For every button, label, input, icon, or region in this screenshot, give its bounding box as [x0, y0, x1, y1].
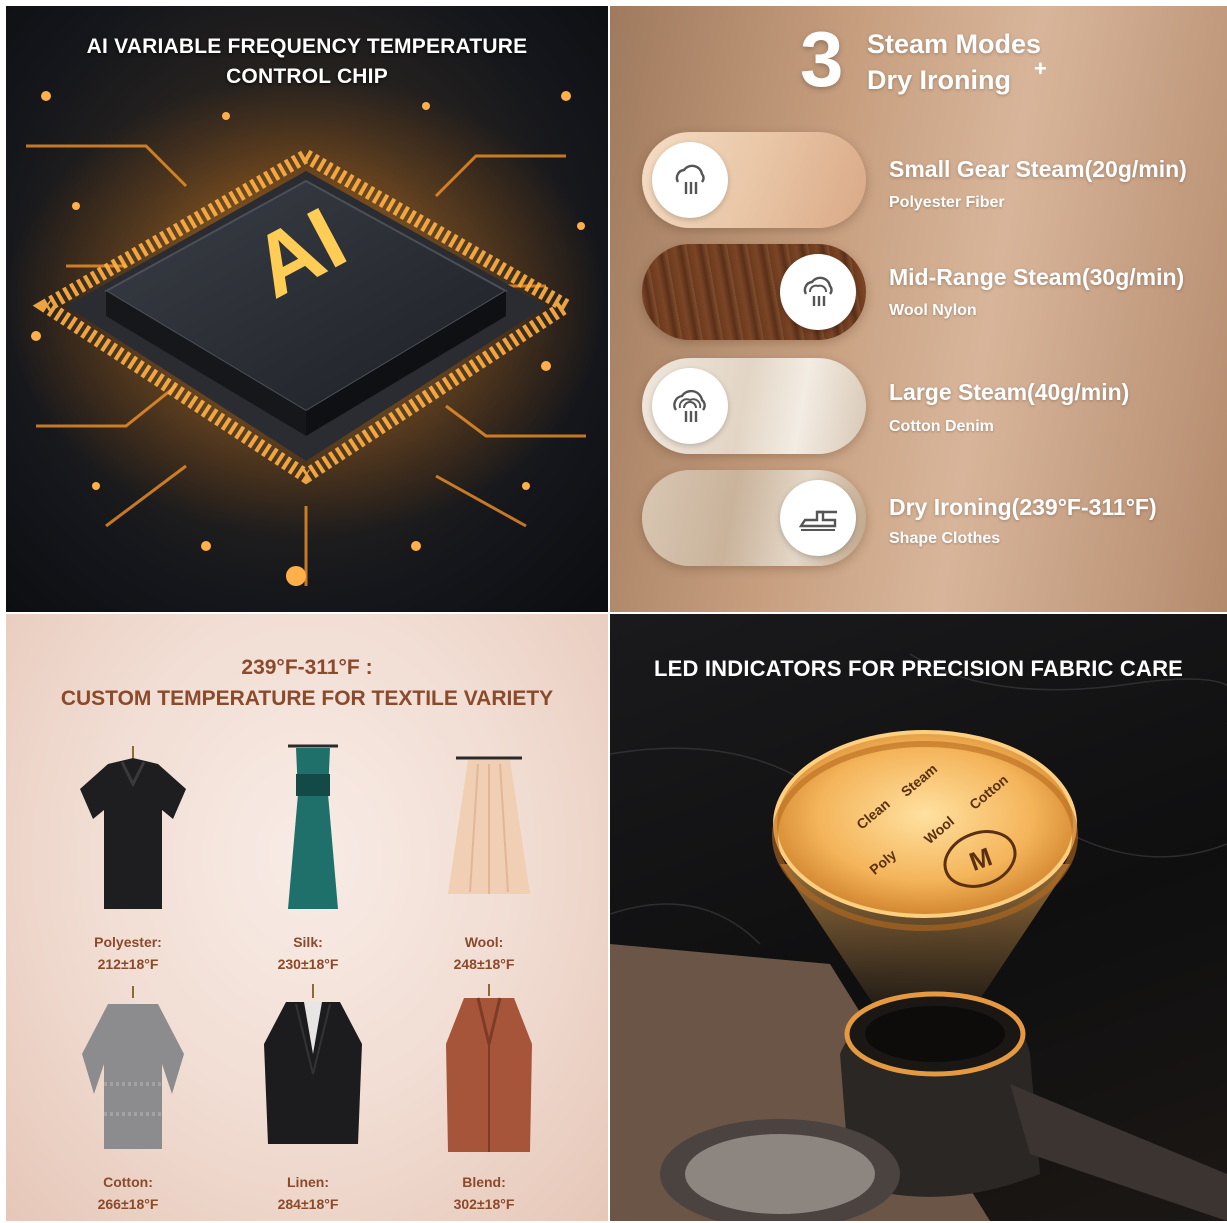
led-panel-title: LED INDICATORS FOR PRECISION FABRIC CARE	[653, 656, 1184, 681]
modes-heading: Steam Modes Dry Ironing	[867, 26, 1041, 98]
led-display-disc	[773, 730, 1077, 918]
chip-title-line2: CONTROL CHIP	[226, 65, 388, 88]
garment-blend: Blend: 302±18°F	[394, 984, 574, 1221]
garment-temp-silk: 230±18°F	[277, 956, 339, 972]
garment-temp-polyester: 212±18°F	[97, 956, 159, 972]
mode-subtitle-3: Cotton Denim	[889, 418, 994, 435]
garment-name-blend: Blend:	[462, 1174, 506, 1190]
sweater-icon	[82, 986, 184, 1149]
iron-icon	[780, 480, 856, 556]
steam-large-icon	[652, 368, 728, 444]
chip-title-line1: AI VARIABLE FREQUENCY TEMPERATURE	[86, 35, 528, 58]
garment-name-silk: Silk:	[293, 934, 323, 950]
garment-temp-blend: 302±18°F	[453, 1196, 515, 1212]
blazer-icon	[264, 984, 362, 1144]
temperature-heading: 239°F-311°F : CUSTOM TEMPERATURE FOR TEX…	[6, 652, 608, 714]
mode-pill-large-steam	[642, 358, 866, 454]
temperature-heading-line1: 239°F-311°F :	[241, 656, 373, 679]
temperature-heading-line2: CUSTOM TEMPERATURE FOR TEXTILE VARIETY	[60, 687, 554, 710]
steam-mid-icon	[780, 254, 856, 330]
mode-subtitle-4: Shape Clothes	[889, 530, 1001, 547]
mode-title-1: Small Gear Steam(20g/min)	[889, 156, 1187, 182]
mode-pill-small-steam	[642, 132, 866, 228]
steam-modes-panel: 3 Steam Modes Dry Ironing + Small Gear S…	[610, 6, 1227, 612]
mode-subtitle-2: Wool Nylon	[889, 302, 977, 319]
garment-polyester: Polyester: 212±18°F	[38, 744, 218, 994]
mode-pill-dry-ironing	[642, 470, 866, 566]
garment-name-cotton: Cotton:	[103, 1174, 153, 1190]
garment-name-linen: Linen:	[287, 1174, 329, 1190]
mode-title-3: Large Steam(40g/min)	[889, 379, 1130, 405]
dress-icon	[288, 744, 338, 909]
polo-shirt-icon	[80, 746, 186, 909]
modes-plus-sign: +	[1034, 56, 1047, 81]
temperature-panel: 239°F-311°F : CUSTOM TEMPERATURE FOR TEX…	[6, 614, 608, 1221]
modes-count: 3	[800, 15, 844, 103]
chip-panel-title: AI VARIABLE FREQUENCY TEMPERATURE CONTRO…	[6, 32, 608, 92]
ai-chip-panel: AI AI VARIABLE FREQUENCY TEMPERATURE CON…	[6, 6, 608, 612]
garment-temp-linen: 284±18°F	[277, 1196, 339, 1212]
garment-name-polyester: Polyester:	[94, 934, 162, 950]
garment-linen: Linen: 284±18°F	[218, 984, 398, 1221]
steamer-illustration	[610, 653, 1227, 1221]
skirt-icon	[448, 756, 530, 894]
circuit-board-illustration: AI	[6, 76, 606, 586]
modes-heading-line2: Dry Ironing	[867, 65, 1012, 95]
garment-wool: Wool: 248±18°F	[394, 744, 574, 994]
steam-small-icon	[652, 142, 728, 218]
garment-temp-cotton: 266±18°F	[97, 1196, 159, 1212]
coat-icon	[446, 984, 532, 1152]
mode-title-2: Mid-Range Steam(30g/min)	[889, 264, 1185, 290]
mode-pill-mid-steam	[642, 244, 866, 340]
led-indicators-panel: LED INDICATORS FOR PRECISION FABRIC CARE…	[610, 614, 1227, 1221]
modes-heading-line1: Steam Modes	[867, 29, 1042, 59]
garment-cotton: Cotton: 266±18°F	[38, 984, 218, 1221]
mode-subtitle-1: Polyester Fiber	[889, 194, 1005, 211]
mode-title-4: Dry Ironing(239°F-311°F)	[889, 494, 1157, 520]
garment-temp-wool: 248±18°F	[453, 956, 515, 972]
garment-name-wool: Wool:	[464, 934, 504, 950]
garment-silk: Silk: 230±18°F	[218, 744, 398, 994]
